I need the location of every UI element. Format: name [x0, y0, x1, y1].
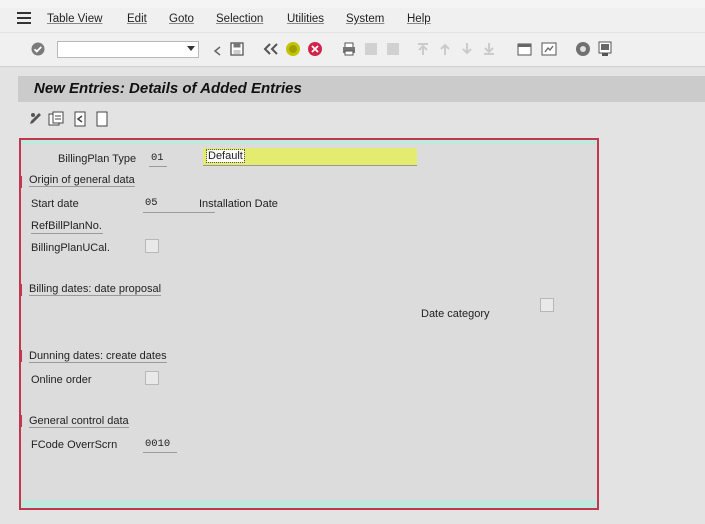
previous-entry-icon[interactable]	[72, 111, 88, 127]
save-icon[interactable]	[229, 41, 245, 57]
start-date-underline	[143, 212, 215, 213]
menu-table-view[interactable]: Table View	[47, 13, 102, 25]
section-marker	[19, 176, 22, 188]
last-page-icon	[481, 41, 497, 57]
command-field[interactable]	[57, 41, 199, 58]
billing-plan-ucal-label: BillingPlanUCal.	[31, 242, 110, 254]
find-next-icon	[385, 41, 401, 57]
menu-goto[interactable]: Goto	[169, 13, 194, 25]
fcode-label: FCode OverrScrn	[31, 439, 118, 451]
menu-edit[interactable]: Edit	[127, 13, 147, 25]
menu-utilities[interactable]: Utilities	[287, 13, 324, 25]
arrow-left-icon[interactable]	[209, 43, 221, 59]
code-underline	[149, 166, 167, 167]
shortcut-icon[interactable]	[541, 41, 557, 57]
next-page-icon	[459, 41, 475, 57]
fcode-value[interactable]: 0010	[145, 438, 170, 450]
billing-plan-ucal-checkbox[interactable]	[145, 239, 159, 253]
origin-section-title: Origin of general data	[29, 174, 135, 187]
panel-top-band	[21, 140, 597, 144]
find-icon	[363, 41, 379, 57]
chevron-down-icon[interactable]	[187, 46, 195, 51]
start-date-value[interactable]: 05	[145, 197, 158, 209]
start-date-label: Start date	[31, 198, 79, 210]
menu-icon[interactable]	[17, 12, 31, 25]
menu-selection[interactable]: Selection	[216, 13, 263, 25]
page-title: New Entries: Details of Added Entries	[34, 80, 302, 97]
new-session-icon[interactable]	[517, 41, 533, 57]
online-order-checkbox[interactable]	[145, 371, 159, 385]
section-marker	[19, 350, 22, 362]
section-marker	[19, 415, 22, 427]
menu-system[interactable]: System	[346, 13, 384, 25]
previous-page-icon	[437, 41, 453, 57]
first-page-icon	[415, 41, 431, 57]
start-date-desc: Installation Date	[199, 198, 278, 210]
date-category-field[interactable]	[540, 298, 554, 312]
ref-plan-underline	[31, 233, 103, 234]
dunning-section-title: Dunning dates: create dates	[29, 350, 167, 363]
standard-toolbar	[0, 33, 705, 67]
ref-plan-label: RefBillPlanNo.	[31, 220, 102, 232]
copy-icon[interactable]	[48, 111, 64, 127]
enter-icon[interactable]	[30, 41, 46, 57]
window-top-strip	[0, 0, 705, 8]
billing-dates-section-title: Billing dates: date proposal	[29, 283, 162, 296]
fcode-underline	[143, 452, 177, 453]
date-category-label: Date category	[421, 308, 490, 320]
menu-bar: Table View Edit Goto Selection Utilities…	[0, 8, 705, 32]
billing-plan-type-code[interactable]: 01	[151, 152, 164, 164]
customize-layout-icon[interactable]	[597, 41, 613, 57]
back-icon[interactable]	[263, 41, 279, 57]
section-marker	[19, 284, 22, 296]
next-entry-icon[interactable]	[94, 111, 110, 127]
exit-icon[interactable]	[285, 41, 301, 57]
billing-plan-type-field[interactable]: Default	[203, 148, 417, 166]
details-panel: BillingPlan Type 01 Default Origin of ge…	[19, 138, 599, 510]
title-bar: New Entries: Details of Added Entries	[18, 76, 705, 102]
panel-bottom-band	[21, 500, 597, 508]
help-icon[interactable]	[575, 41, 591, 57]
billing-plan-type-label: BillingPlan Type	[58, 153, 137, 165]
online-order-label: Online order	[31, 374, 92, 386]
display-change-icon[interactable]	[28, 111, 44, 127]
cancel-icon[interactable]	[307, 41, 323, 57]
print-icon[interactable]	[341, 41, 357, 57]
general-control-section-title: General control data	[29, 415, 129, 428]
menu-help[interactable]: Help	[407, 13, 431, 25]
billing-plan-type-desc: Default	[206, 149, 245, 163]
